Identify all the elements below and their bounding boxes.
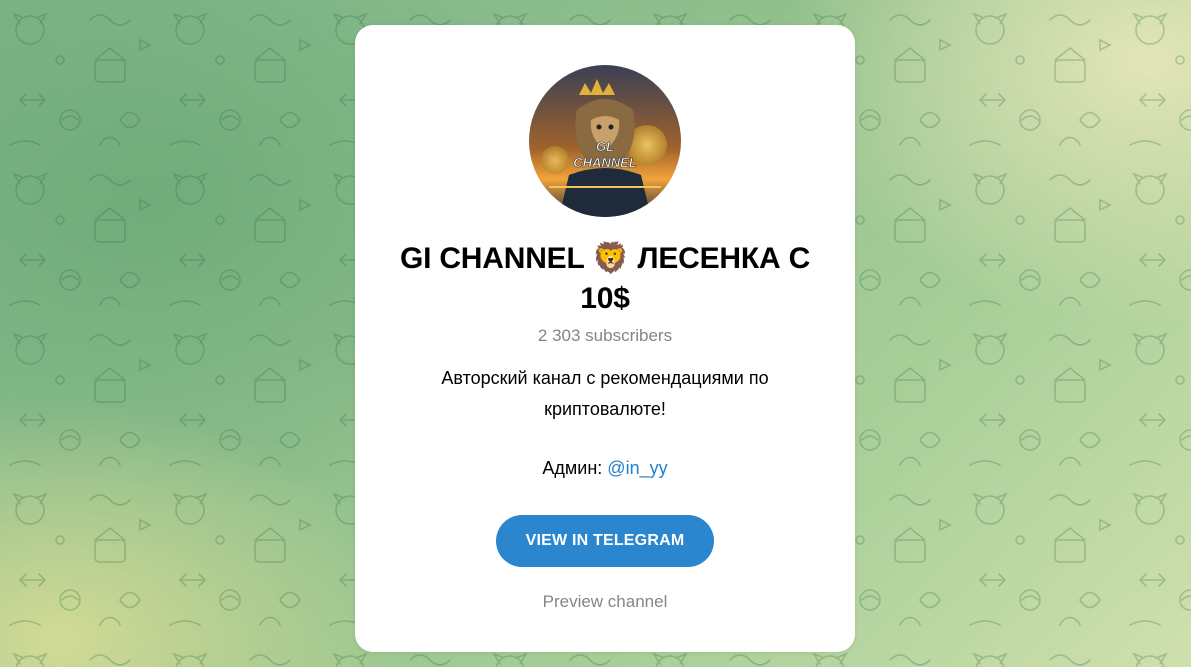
admin-line: Админ: @in_yy xyxy=(355,455,855,481)
channel-card: GL CHANNEL GI CHANNEL 🦁 ЛЕСЕНКА С 10$ 2 … xyxy=(355,25,855,652)
channel-description: Авторский канал с рекомендациями по крип… xyxy=(441,368,769,419)
svg-text:CHANNEL: CHANNEL xyxy=(573,155,637,170)
subscriber-count: 2 303 subscribers xyxy=(537,326,673,345)
admin-label: Админ: xyxy=(542,458,603,478)
preview-channel-link[interactable]: Preview channel xyxy=(355,591,855,613)
channel-avatar: GL CHANNEL xyxy=(529,65,681,217)
channel-title: GI CHANNEL 🦁 ЛЕСЕНКА С 10$ xyxy=(399,242,811,315)
admin-handle-link[interactable]: @in_yy xyxy=(607,458,667,478)
svg-text:GL: GL xyxy=(596,139,614,154)
view-in-telegram-button[interactable]: VIEW IN TELEGRAM xyxy=(496,515,714,567)
